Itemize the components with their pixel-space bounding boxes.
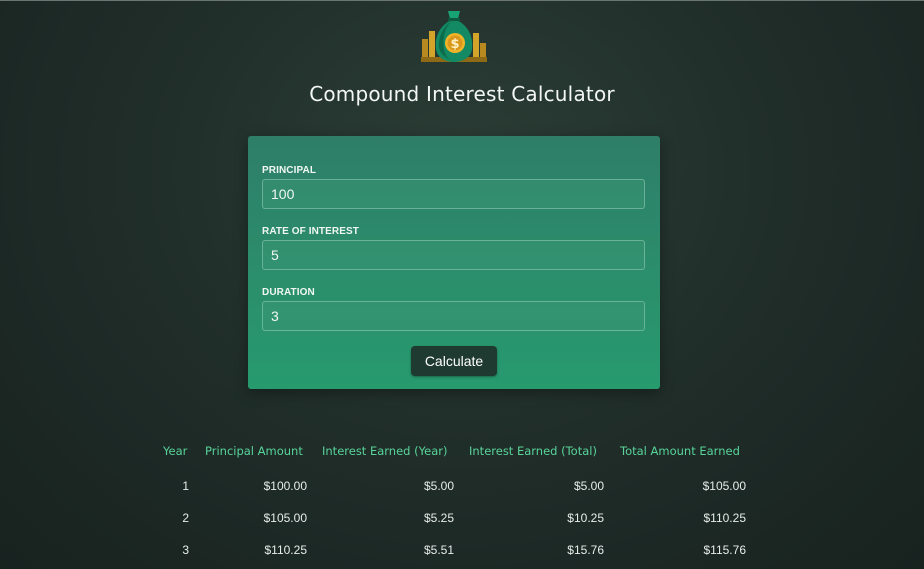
cell-interest-total: $10.25 [567, 511, 604, 525]
svg-text:$: $ [450, 37, 459, 52]
header-year: Year [163, 444, 188, 458]
money-bag-icon: $ [418, 5, 490, 65]
principal-label: PRINCIPAL [262, 165, 317, 176]
duration-label: DURATION [262, 287, 315, 298]
cell-principal: $105.00 [263, 511, 307, 525]
rate-input[interactable]: 5 [262, 240, 645, 270]
page-title: Compound Interest Calculator [309, 82, 615, 106]
rate-label: RATE OF INTEREST [262, 226, 359, 237]
calculator-form: PRINCIPAL 100 RATE OF INTEREST 5 DURATIO… [248, 136, 660, 389]
cell-total-amount: $105.00 [702, 479, 746, 493]
calculate-button[interactable]: Calculate [411, 346, 497, 376]
cell-interest-year: $5.51 [423, 543, 454, 557]
duration-input[interactable]: 3 [262, 301, 645, 331]
header-interest-year: Interest Earned (Year) [322, 444, 448, 458]
cell-total-amount: $110.25 [703, 511, 747, 525]
cell-year: 3 [182, 543, 189, 557]
cell-principal: $110.25 [264, 543, 308, 557]
cell-interest-year: $5.00 [423, 479, 454, 493]
header-principal-amount: Principal Amount [205, 444, 303, 458]
cell-total-amount: $115.76 [703, 543, 747, 557]
cell-interest-total: $15.76 [567, 543, 604, 557]
header-total-amount: Total Amount Earned [620, 444, 740, 458]
cell-principal: $100.00 [263, 479, 307, 493]
cell-year: 2 [182, 511, 189, 525]
cell-interest-total: $5.00 [573, 479, 604, 493]
header-interest-total: Interest Earned (Total) [469, 444, 597, 458]
principal-input[interactable]: 100 [262, 179, 645, 209]
cell-year: 1 [182, 479, 189, 493]
cell-interest-year: $5.25 [423, 511, 454, 525]
window-top-border [0, 0, 924, 1]
